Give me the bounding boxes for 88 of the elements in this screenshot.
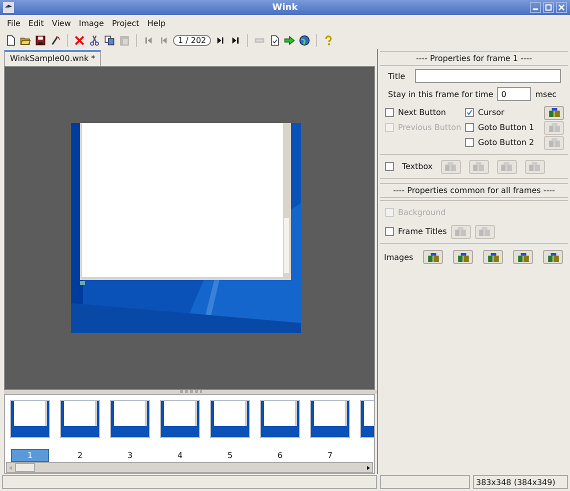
save-icon[interactable] [35,34,46,46]
frame-number[interactable]: 3 [112,450,148,461]
check-icon [466,109,473,116]
delete-icon[interactable] [74,34,85,46]
checkbox[interactable] [465,108,474,117]
checkbox-label: Goto Button 2 [478,138,534,147]
field-label: Title [388,72,406,80]
image-icon [479,227,490,236]
arrow-icon[interactable] [284,34,296,46]
minimize-button[interactable] [530,2,541,13]
image-icon [548,123,560,132]
splitter-handle[interactable] [180,390,202,393]
globe-icon[interactable] [299,34,310,46]
next-frame-icon[interactable] [215,34,226,46]
image-icon [548,252,559,262]
checkbox-label: Next Button [398,108,446,117]
document-tab[interactable]: WinkSample00.wnk * [4,50,102,66]
checkbox-label: Goto Button 1 [478,123,534,132]
frame-number[interactable]: 6 [262,450,298,461]
title-field[interactable] [415,69,562,83]
frame-thumbnail[interactable] [10,400,50,438]
menu-item[interactable]: View [52,18,71,28]
image-icon [473,162,484,171]
checkbox-label: Frame Titles [398,227,447,236]
checkbox[interactable] [385,227,394,236]
checkbox-label: Background [398,208,446,217]
menu-item[interactable]: File [7,18,20,28]
checkbox-label: Textbox [402,162,433,171]
checkbox[interactable] [465,123,474,132]
frame-thumbnail[interactable] [210,400,250,438]
image-tool-button[interactable] [543,250,564,264]
image-tool-button[interactable] [544,106,564,120]
scroll-right-icon[interactable] [364,464,372,472]
image-icon [501,162,512,171]
frame-thumbnail[interactable] [260,400,300,438]
frame-number[interactable]: 7 [312,450,348,461]
checkbox[interactable] [465,138,474,147]
status-text: 383x348 (384x349) [473,475,568,489]
image-icon [445,162,456,171]
wand-icon[interactable] [50,34,61,46]
image-icon [458,252,469,262]
image-icon [548,108,560,117]
menu-item[interactable]: Edit [28,18,44,28]
image-tool-button[interactable] [513,250,534,264]
horizontal-scrollbar[interactable] [6,462,373,473]
image-icon [488,252,499,262]
image-tool-button[interactable] [423,250,444,264]
new-file-icon[interactable] [5,34,16,46]
time-field[interactable]: 0 [497,87,532,101]
frame-counter-field[interactable]: 1 / 202 [173,34,212,46]
frame-thumbnail[interactable] [160,400,200,438]
unit-label: msec [535,90,557,98]
frame-thumbnail[interactable] [310,400,350,438]
cut-icon[interactable] [89,34,100,46]
image-icon [529,162,540,171]
field-label: Images [384,252,414,262]
frame-number[interactable]: 4 [162,450,198,461]
image-tool-button[interactable] [483,250,504,264]
menu-item[interactable]: Project [112,18,140,28]
section-heading: ---- Properties for frame 1 ---- [380,51,568,66]
image-tool-button[interactable] [453,250,474,264]
menu-item[interactable]: Help [147,18,166,28]
image-icon [455,227,466,236]
field-label: Stay in this frame for time [388,90,494,98]
image-icon [518,252,529,262]
frame-number[interactable]: 2 [62,450,98,461]
checkbox[interactable] [385,162,394,171]
close-button[interactable] [556,2,567,13]
app-icon [3,2,14,13]
help-icon[interactable] [323,34,334,46]
close-icon [558,4,565,11]
menu-item[interactable]: Image [78,18,104,28]
checkbox[interactable] [385,108,394,117]
maximize-icon [545,4,552,11]
checkbox-label: Previous Button [398,123,462,132]
checkbox-label: Cursor [478,108,504,117]
copy-icon[interactable] [104,34,115,46]
image-icon [428,252,439,262]
frame-number[interactable]: 5 [212,450,248,461]
frame-thumbnail[interactable] [110,400,150,438]
image-icon [548,138,560,147]
page-check-icon[interactable] [269,34,280,46]
frame-thumbnail[interactable] [60,400,100,438]
last-frame-icon[interactable] [230,34,242,46]
scroll-thumb[interactable] [15,463,35,472]
window-title: Wink [272,2,298,12]
section-heading: ---- Properties common for all frames ---- [380,183,568,198]
maximize-button[interactable] [543,2,554,13]
